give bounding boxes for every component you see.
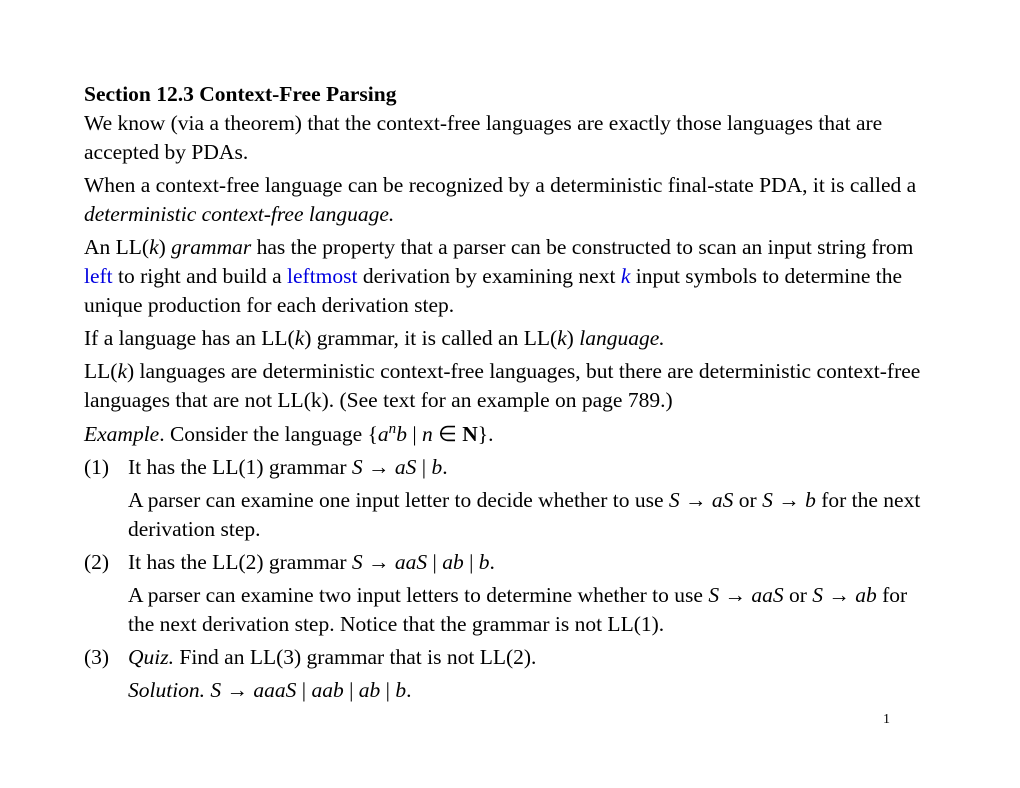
var-aaaS: aaaS xyxy=(253,678,296,702)
var-ab: ab xyxy=(359,678,381,702)
var-S: S xyxy=(205,678,221,702)
text: . Consider the language { xyxy=(159,422,378,446)
var-aS: aS xyxy=(712,488,734,512)
var-b: b xyxy=(431,455,442,479)
var-b: b xyxy=(396,422,407,446)
var-S: S xyxy=(669,488,680,512)
highlight-leftmost: leftmost xyxy=(287,264,357,288)
list-number: (2) xyxy=(84,548,128,577)
arrow: → xyxy=(363,550,395,574)
list-item-3: (3) Quiz. Find an LL(3) grammar that is … xyxy=(84,643,938,672)
page-content: Section 12.3 Context-Free Parsing We kno… xyxy=(0,0,1020,705)
text: ) xyxy=(567,326,580,350)
list-number: (3) xyxy=(84,643,128,672)
text: | xyxy=(427,550,442,574)
var-aaS: aaS xyxy=(751,583,783,607)
list-item-1-sub: A parser can examine one input letter to… xyxy=(128,486,938,544)
arrow: → xyxy=(719,583,751,607)
text: A parser can examine one input letter to… xyxy=(128,488,669,512)
var-S: S xyxy=(708,583,719,607)
var-aaS: aaS xyxy=(395,550,427,574)
var-n: n xyxy=(422,422,433,446)
list-number: (1) xyxy=(84,453,128,482)
text: ) grammar, it is called an LL( xyxy=(304,326,557,350)
arrow: → xyxy=(680,488,712,512)
arrow: → xyxy=(221,678,253,702)
list-body: It has the LL(1) grammar S → aS | b. xyxy=(128,453,938,482)
var-b: b xyxy=(479,550,490,574)
text: ∈ xyxy=(433,422,462,446)
arrow: → xyxy=(363,455,395,479)
highlight-k: k xyxy=(621,264,631,288)
label-example: Example xyxy=(84,422,159,446)
text: If a language has an LL( xyxy=(84,326,295,350)
var-ab: ab xyxy=(855,583,877,607)
list-item-2-sub: A parser can examine two input letters t… xyxy=(128,581,938,639)
text: derivation by examining next xyxy=(358,264,621,288)
paragraph-deterministic: When a context-free language can be reco… xyxy=(84,171,938,229)
paragraph-llk-grammar: An LL(k) grammar has the property that a… xyxy=(84,233,938,320)
text: A parser can examine two input letters t… xyxy=(128,583,708,607)
var-b: b xyxy=(395,678,406,702)
text: or xyxy=(784,583,813,607)
text: | xyxy=(407,422,422,446)
arrow: → xyxy=(773,488,805,512)
text: }. xyxy=(478,422,494,446)
var-ab: ab xyxy=(442,550,464,574)
text: It has the LL(1) grammar xyxy=(128,455,352,479)
list-item-2: (2) It has the LL(2) grammar S → aaS | a… xyxy=(84,548,938,577)
text: to right and build a xyxy=(113,264,287,288)
highlight-left: left xyxy=(84,264,113,288)
var-b: b xyxy=(805,488,816,512)
var-S: S xyxy=(762,488,773,512)
text: | xyxy=(416,455,431,479)
set-N: N xyxy=(462,422,478,446)
var-k: k xyxy=(149,235,159,259)
text: Find an LL(3) grammar that is not LL(2). xyxy=(174,645,536,669)
list-item-1: (1) It has the LL(1) grammar S → aS | b. xyxy=(84,453,938,482)
text: | xyxy=(344,678,359,702)
section-heading: Section 12.3 Context-Free Parsing xyxy=(84,80,938,109)
var-k: k xyxy=(117,359,127,383)
arrow: → xyxy=(823,583,855,607)
var-S: S xyxy=(352,550,363,574)
page-number: 1 xyxy=(883,712,890,728)
text: An LL( xyxy=(84,235,149,259)
var-k: k xyxy=(557,326,567,350)
text: ) languages are deterministic context-fr… xyxy=(84,359,920,412)
paragraph-intro: We know (via a theorem) that the context… xyxy=(84,109,938,167)
text: | xyxy=(464,550,479,574)
var-S: S xyxy=(812,583,823,607)
text: . xyxy=(442,455,447,479)
text: LL( xyxy=(84,359,117,383)
label-quiz: Quiz. xyxy=(128,645,174,669)
list-item-3-sub: Solution. S → aaaS | aab | ab | b. xyxy=(128,676,938,705)
paragraph-example: Example. Consider the language {anb | n … xyxy=(84,419,938,449)
text: It has the LL(2) grammar xyxy=(128,550,352,574)
text: | xyxy=(380,678,395,702)
list-body: Quiz. Find an LL(3) grammar that is not … xyxy=(128,643,938,672)
var-k: k xyxy=(295,326,305,350)
paragraph-llk-note: LL(k) languages are deterministic contex… xyxy=(84,357,938,415)
text: has the property that a parser can be co… xyxy=(251,235,913,259)
term-deterministic: deterministic context-free language. xyxy=(84,202,394,226)
text: When a context-free language can be reco… xyxy=(84,173,916,197)
list-body: It has the LL(2) grammar S → aaS | ab | … xyxy=(128,548,938,577)
term-grammar: grammar xyxy=(171,235,251,259)
var-aS: aS xyxy=(395,455,417,479)
label-solution: Solution. xyxy=(128,678,205,702)
var-a: a xyxy=(378,422,389,446)
text: . xyxy=(406,678,411,702)
term-language: language. xyxy=(579,326,664,350)
var-S: S xyxy=(352,455,363,479)
text: | xyxy=(296,678,311,702)
text: . xyxy=(490,550,495,574)
paragraph-llk-language: If a language has an LL(k) grammar, it i… xyxy=(84,324,938,353)
var-aab: aab xyxy=(311,678,343,702)
text: or xyxy=(733,488,762,512)
text: ) xyxy=(159,235,172,259)
